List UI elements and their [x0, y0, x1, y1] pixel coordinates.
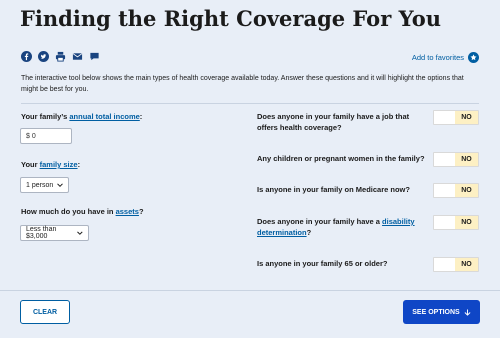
chevron-down-icon	[57, 183, 63, 188]
income-label: Your family’s annual total income:	[21, 111, 142, 122]
question-job-coverage: Does anyone in your family have a job th…	[257, 112, 410, 132]
toggle-65-or-older[interactable]: NO	[433, 257, 479, 272]
assets-select[interactable]: Less than $3,000	[20, 225, 89, 241]
family-size-label-suffix: :	[77, 160, 81, 169]
question-children-pregnant: Any children or pregnant women in the fa…	[257, 154, 425, 163]
toggle-no[interactable]: NO	[455, 153, 478, 166]
question-medicare: Is anyone in your family on Medicare now…	[257, 185, 410, 194]
chevron-down-icon	[77, 231, 83, 235]
question-disability: Does anyone in your family have a disabi…	[257, 216, 427, 238]
intro-text: The interactive tool below shows the mai…	[21, 75, 464, 93]
question-disability-text: Does anyone in your family have a	[257, 217, 383, 226]
toggle-no[interactable]: NO	[455, 184, 478, 197]
family-size-label: Your family size:	[21, 159, 80, 170]
email-icon[interactable]	[72, 51, 83, 62]
favorites-label: Add to favorites	[411, 53, 464, 62]
facebook-icon[interactable]	[21, 51, 32, 62]
toggle-no[interactable]: NO	[455, 258, 478, 271]
page-title: Finding the Right Coverage For You	[20, 6, 442, 31]
family-size-label-text: Your	[21, 160, 40, 169]
add-to-favorites-link[interactable]: Add to favorites	[412, 52, 479, 63]
income-input[interactable]: $ 0	[20, 128, 72, 144]
toggle-no[interactable]: NO	[455, 111, 478, 124]
print-icon[interactable]	[55, 51, 66, 62]
see-options-label: SEE OPTIONS	[412, 308, 460, 316]
toggle-yes-blank[interactable]	[434, 111, 455, 124]
toggle-yes-blank[interactable]	[434, 153, 455, 166]
toggle-yes-blank[interactable]	[434, 258, 455, 271]
annual-total-income-link[interactable]: annual total income	[69, 112, 139, 121]
toggle-medicare[interactable]: NO	[433, 183, 479, 198]
income-label-suffix: :	[139, 112, 143, 121]
twitter-icon[interactable]	[38, 51, 49, 62]
assets-label-text: How much do you have in	[21, 207, 116, 216]
assets-value: Less than $3,000	[26, 226, 57, 240]
star-icon	[468, 52, 479, 63]
question-65-or-older: Is anyone in your family 65 or older?	[257, 259, 388, 268]
toggle-no[interactable]: NO	[455, 216, 478, 229]
arrow-down-icon	[464, 308, 471, 316]
toggle-job-coverage[interactable]: NO	[433, 110, 479, 125]
comment-icon[interactable]	[89, 51, 100, 62]
income-value: $ 0	[26, 132, 36, 140]
toggle-yes-blank[interactable]	[434, 216, 455, 229]
see-options-button[interactable]: SEE OPTIONS	[403, 300, 480, 324]
family-size-link[interactable]: family size	[40, 160, 78, 169]
clear-button-label: CLEAR	[32, 308, 58, 316]
toggle-disability[interactable]: NO	[433, 215, 479, 230]
footer-divider	[0, 290, 500, 291]
family-size-select[interactable]: 1 person	[20, 177, 69, 193]
assets-link[interactable]: assets	[116, 207, 139, 216]
toggle-children-pregnant[interactable]: NO	[433, 152, 479, 167]
toggle-yes-blank[interactable]	[434, 184, 455, 197]
divider	[21, 103, 479, 104]
question-disability-suffix: ?	[306, 228, 312, 237]
clear-button[interactable]: CLEAR	[20, 300, 70, 324]
assets-label: How much do you have in assets?	[21, 206, 144, 217]
assets-label-suffix: ?	[138, 207, 144, 216]
family-size-value: 1 person	[26, 181, 54, 189]
income-label-text: Your family’s	[21, 112, 70, 121]
share-toolbar	[21, 51, 100, 62]
